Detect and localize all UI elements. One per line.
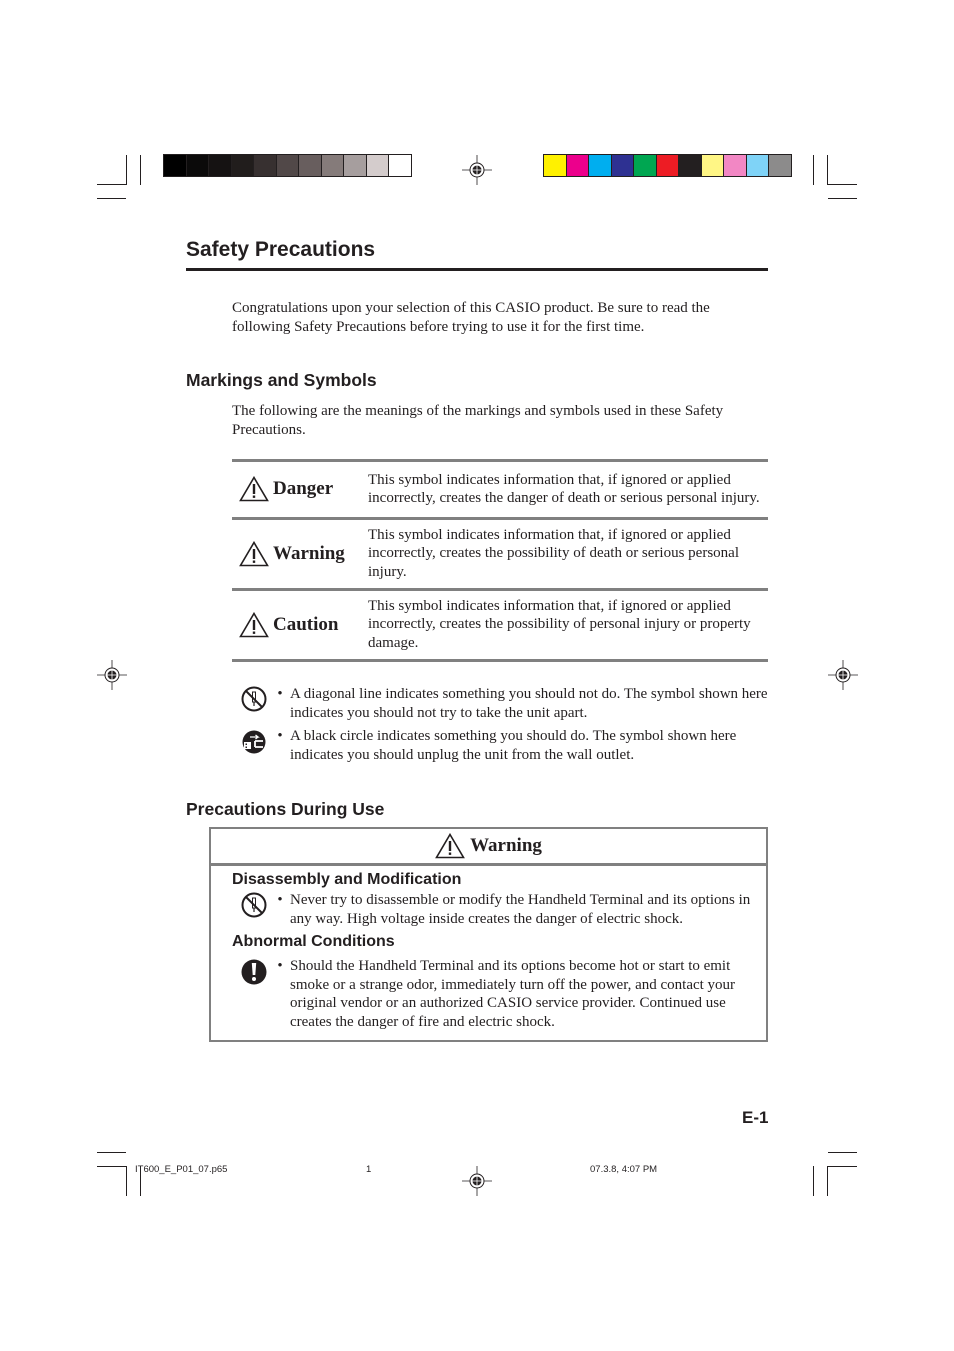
bullet: • (277, 958, 283, 974)
color-swatch (344, 155, 366, 176)
markings-table: Danger This symbol indicates information… (232, 459, 768, 662)
marking-row-warning: Warning This symbol indicates informatio… (232, 517, 768, 588)
bullet: • (277, 892, 283, 908)
color-swatch (566, 155, 588, 176)
color-swatch (634, 155, 656, 176)
warning-triangle-icon (239, 476, 269, 502)
marking-row-danger: Danger This symbol indicates information… (232, 459, 768, 517)
registration-mark-icon (462, 1166, 492, 1196)
warning-triangle-icon (239, 611, 269, 637)
cmyk-color-bar (543, 154, 792, 177)
marking-label: Caution (273, 613, 339, 635)
color-swatch (366, 155, 388, 176)
marking-label: Danger (273, 478, 334, 499)
precaution-text: Should the Handheld Terminal and its opt… (290, 958, 736, 1030)
color-swatch (701, 155, 723, 176)
color-swatch (321, 155, 343, 176)
registration-mark-icon (462, 155, 492, 185)
precaution-item: • Never try to disassemble or modify the… (240, 891, 760, 928)
symbol-explanation-text: A black circle indicates something you s… (290, 728, 737, 763)
markings-heading: Markings and Symbols (186, 370, 377, 390)
color-swatch (186, 155, 208, 176)
color-swatch (724, 155, 746, 176)
marking-description: This symbol indicates information that, … (368, 471, 760, 507)
marking-label: Warning (273, 542, 345, 564)
markings-description: The following are the meanings of the ma… (232, 403, 724, 438)
color-swatch (746, 155, 768, 176)
color-swatch (679, 155, 701, 176)
color-swatch (299, 155, 321, 176)
bullet: • (277, 728, 283, 744)
precaution-text: Never try to disassemble or modify the H… (290, 892, 751, 927)
intro-paragraph: Congratulations upon your selection of t… (232, 300, 710, 335)
unplug-icon (242, 730, 266, 754)
section-heading-abnormal: Abnormal Conditions (232, 933, 395, 950)
color-swatch (389, 155, 411, 176)
color-swatch (769, 155, 791, 176)
footer-filename: IT600_E_P01_07.p65 (135, 1164, 228, 1175)
marking-description: This symbol indicates information that, … (368, 597, 751, 651)
bullet: • (277, 686, 283, 702)
color-swatch (611, 155, 633, 176)
title-rule (186, 268, 768, 271)
warning-triangle-icon (435, 833, 465, 859)
section-heading-disassembly: Disassembly and Modification (232, 871, 462, 888)
warning-triangle-icon (239, 540, 269, 566)
color-swatch (656, 155, 678, 176)
footer-sheet-number: 1 (366, 1164, 372, 1175)
no-disassembly-icon (241, 686, 267, 712)
symbol-explanation-item: • A diagonal line indicates something yo… (240, 685, 768, 722)
symbol-explanation-text: A diagonal line indicates something you … (290, 686, 768, 721)
grayscale-color-bar (163, 154, 412, 177)
precautions-heading: Precautions During Use (186, 799, 385, 819)
warning-box-header: Warning (211, 829, 766, 866)
page-number: E-1 (742, 1108, 769, 1127)
warning-box-title: Warning (470, 835, 542, 856)
color-swatch (276, 155, 298, 176)
symbol-explanation-item: • A black circle indicates something you… (240, 727, 768, 764)
color-swatch (544, 155, 566, 176)
registration-mark-icon (828, 660, 858, 690)
precaution-item: • Should the Handheld Terminal and its o… (240, 957, 760, 1031)
color-swatch (209, 155, 231, 176)
footer-timestamp: 07.3.8, 4:07 PM (590, 1164, 658, 1175)
exclamation-circle-icon (241, 959, 267, 985)
color-swatch (164, 155, 186, 176)
marking-row-caution: Caution This symbol indicates informatio… (232, 588, 768, 662)
color-swatch (589, 155, 611, 176)
page-title: Safety Precautions (186, 238, 376, 261)
color-swatch (231, 155, 253, 176)
color-swatch (254, 155, 276, 176)
marking-description: This symbol indicates information that, … (368, 526, 739, 580)
registration-mark-icon (97, 660, 127, 690)
no-disassembly-icon (241, 892, 267, 918)
